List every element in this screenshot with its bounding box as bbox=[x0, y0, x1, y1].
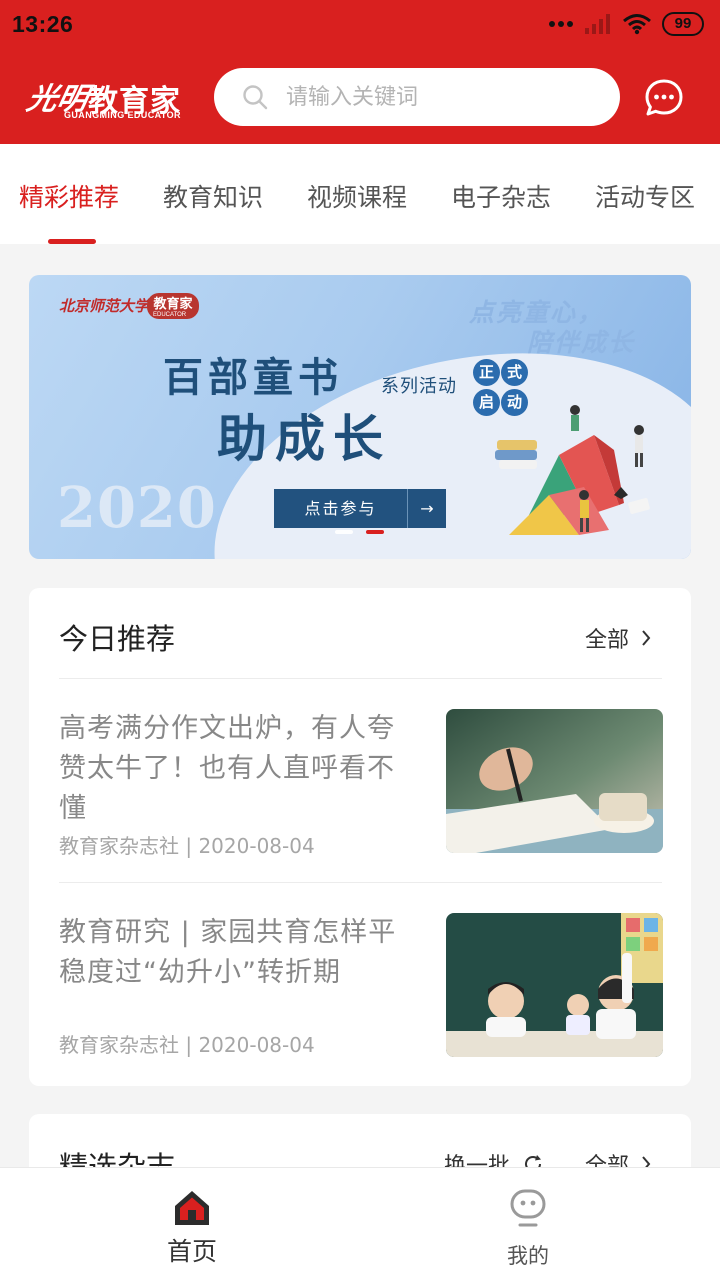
app-logo[interactable]: 光明 教育家 GUANGMING EDUCATOR bbox=[24, 70, 186, 126]
nav-home[interactable]: 首页 bbox=[92, 1168, 292, 1280]
banner-series-label: 系列活动 bbox=[381, 376, 457, 397]
app-header: 13:26 99 光明 教育家 GUANGMING EDUCATOR bbox=[0, 0, 720, 144]
chevron-right-icon bbox=[642, 630, 651, 646]
active-tab-indicator bbox=[48, 239, 96, 244]
section-title: 今日推荐 bbox=[59, 622, 176, 656]
article-meta: 教育家杂志社 | 2020-08-04 bbox=[59, 1033, 315, 1057]
books-illustration bbox=[495, 405, 650, 535]
search-bar[interactable] bbox=[214, 68, 620, 126]
bottom-nav: 首页 我的 bbox=[0, 1167, 720, 1280]
article-thumbnail bbox=[446, 913, 663, 1057]
status-time: 13:26 bbox=[12, 11, 74, 37]
article-meta: 教育家杂志社 | 2020-08-04 bbox=[59, 834, 315, 858]
banner-year: 2020 bbox=[57, 475, 217, 541]
banner-badge: 式 bbox=[501, 359, 528, 386]
banner-join-button[interactable]: 点击参与 → bbox=[274, 489, 446, 528]
view-all-link[interactable]: 全部 bbox=[585, 622, 651, 654]
carousel-dot-active[interactable] bbox=[366, 530, 384, 534]
wifi-icon bbox=[623, 14, 651, 35]
banner-title-line1: 百部童书 bbox=[163, 354, 343, 401]
article-item[interactable]: 教育研究 | 家园共育怎样平稳度过“幼升小”转折期 教育家杂志社 | 2020-… bbox=[59, 913, 663, 1063]
view-all-label: 全部 bbox=[585, 628, 630, 653]
divider bbox=[59, 678, 662, 679]
profile-icon bbox=[510, 1189, 546, 1227]
divider bbox=[59, 882, 662, 883]
search-icon bbox=[243, 85, 268, 110]
battery-indicator: 99 bbox=[662, 12, 704, 36]
banner-badge: 正 bbox=[473, 359, 500, 386]
promo-banner[interactable]: 北京师范大学 教育家 EDUCATOR 点亮童心， 陪伴成长 百部童书 助成长 … bbox=[29, 275, 691, 559]
signal-dots-icon bbox=[549, 21, 573, 27]
today-recommend-card: 今日推荐 全部 高考满分作文出炉，有人夸赞太牛了！也有人直呼看不懂 教育家杂志社… bbox=[29, 588, 691, 1086]
article-title: 高考满分作文出炉，有人夸赞太牛了！也有人直呼看不懂 bbox=[59, 713, 395, 824]
banner-title-line2: 助成长 bbox=[217, 409, 391, 468]
status-bar: 13:26 99 bbox=[0, 0, 720, 52]
nav-profile[interactable]: 我的 bbox=[428, 1168, 628, 1280]
tab-video-courses[interactable]: 视频课程 bbox=[307, 178, 407, 214]
category-tabs: 精彩推荐 教育知识 视频课程 电子杂志 活动专区 bbox=[0, 144, 720, 244]
banner-school-logo: 北京师范大学 bbox=[59, 297, 150, 315]
banner-slogan-line2: 陪伴成长 bbox=[527, 328, 636, 357]
banner-brand-sub: EDUCATOR bbox=[153, 312, 187, 318]
banner-join-label: 点击参与 bbox=[274, 489, 408, 528]
article-title: 教育研究 | 家园共育怎样平稳度过“幼升小”转折期 bbox=[59, 917, 397, 988]
arrow-right-icon: → bbox=[420, 499, 434, 518]
search-input[interactable] bbox=[286, 78, 606, 116]
logo-subtitle: GUANGMING EDUCATOR bbox=[64, 110, 181, 120]
tab-activities[interactable]: 活动专区 bbox=[595, 178, 695, 214]
nav-home-label: 首页 bbox=[166, 1237, 217, 1266]
article-item[interactable]: 高考满分作文出炉，有人夸赞太牛了！也有人直呼看不懂 教育家杂志社 | 2020-… bbox=[59, 709, 663, 859]
tab-recommend[interactable]: 精彩推荐 bbox=[19, 178, 119, 214]
status-icons: 99 bbox=[548, 12, 704, 36]
article-thumbnail bbox=[446, 709, 663, 853]
chat-bubble-icon[interactable] bbox=[644, 78, 684, 118]
carousel-dot[interactable] bbox=[335, 530, 353, 534]
nav-profile-label: 我的 bbox=[507, 1244, 549, 1268]
tab-knowledge[interactable]: 教育知识 bbox=[163, 178, 263, 214]
tab-e-magazine[interactable]: 电子杂志 bbox=[451, 178, 551, 214]
home-icon bbox=[175, 1191, 209, 1225]
cell-signal-icon bbox=[585, 14, 610, 34]
